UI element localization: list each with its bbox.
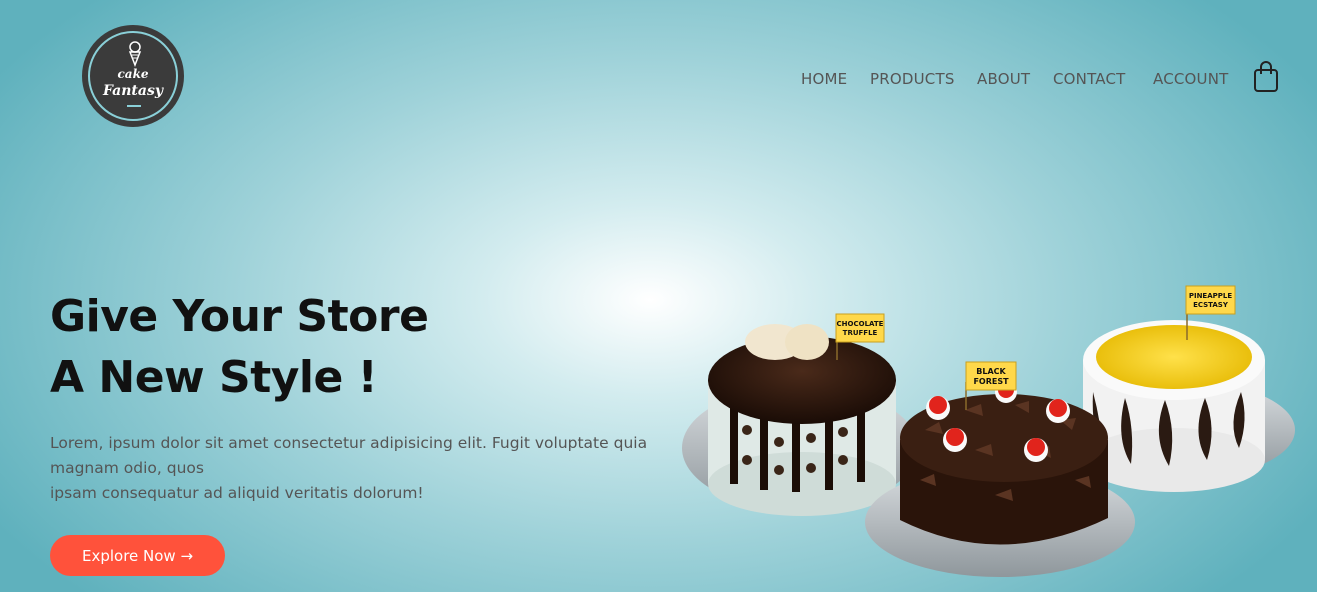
nav-about[interactable]: ABOUT [977,70,1053,88]
hero-description-line1: Lorem, ipsum dolor sit amet consectetur … [50,434,648,477]
black-forest-label-line1: BLACK [976,367,1006,376]
ice-cream-icon [128,41,142,67]
nav-contact[interactable]: CONTACT [1053,70,1153,88]
nav-products[interactable]: PRODUCTS [870,70,977,88]
hero-description: Lorem, ipsum dolor sit amet consectetur … [50,431,670,506]
pineapple-label-line1: PINEAPPLE [1189,292,1233,300]
nav-account[interactable]: ACCOUNT [1153,70,1248,88]
hero-title-line2: A New Style ! [50,352,378,403]
logo-text-cake: cake [117,67,149,81]
chocolate-truffle-cake: CHOCOLATE TRUFFLE [682,313,918,516]
pineapple-cake: PINEAPPLE ECSTASY [1079,285,1295,492]
nav-home[interactable]: HOME [801,70,870,88]
site-logo[interactable]: cake Fantasy [82,25,184,127]
explore-now-button[interactable]: Explore Now → [50,535,225,576]
hero-description-line2: ipsam consequatur ad aliquid veritatis d… [50,484,424,502]
main-nav: HOME PRODUCTS ABOUT CONTACT ACCOUNT [801,70,1248,88]
chocolate-truffle-label-line1: CHOCOLATE [837,320,884,328]
logo-underline [127,105,141,107]
hero-title: Give Your Store A New Style ! [50,286,429,408]
shopping-bag-icon[interactable] [1252,60,1280,94]
cakes-image: PINEAPPLE ECSTASY CHOCOLATE TRUFFLE BLAC… [682,285,1295,577]
hero-title-line1: Give Your Store [50,291,429,342]
chocolate-truffle-label-line2: TRUFFLE [843,329,878,337]
logo-text-fantasy: Fantasy [103,83,163,99]
black-forest-label-line2: FOREST [973,377,1009,386]
pineapple-label-line2: ECSTASY [1193,301,1229,309]
